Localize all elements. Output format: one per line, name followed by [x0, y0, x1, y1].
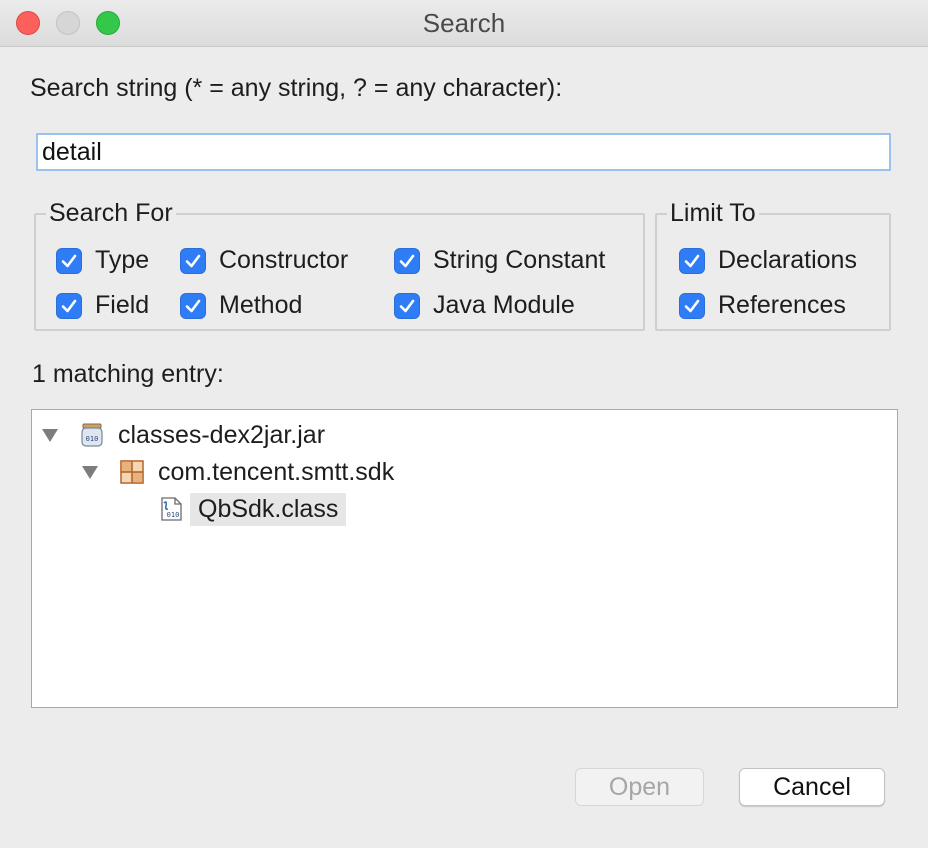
checkbox-label: Constructor — [219, 246, 349, 274]
results-tree[interactable]: 010 classes-dex2jar.jar com.tencent.smtt… — [31, 409, 898, 708]
checkmark-icon — [679, 292, 705, 319]
checkbox-label: Method — [219, 291, 303, 319]
cancel-button[interactable]: Cancel — [739, 768, 885, 806]
search-dialog: Search Search string (* = any string, ? … — [0, 0, 928, 848]
checkbox-constructor[interactable]: Constructor — [180, 246, 348, 275]
class-file-icon: 010 — [158, 495, 186, 523]
jar-icon: 010 — [78, 421, 106, 449]
search-for-legend: Search For — [49, 199, 173, 227]
tree-node-label: QbSdk.class — [190, 492, 347, 526]
checkbox-string-constant[interactable]: String Constant — [394, 246, 605, 275]
checkbox-field[interactable]: Field — [56, 291, 149, 320]
checkmark-icon — [679, 247, 705, 274]
tree-node-class[interactable]: 010 QbSdk.class — [158, 490, 347, 528]
checkbox-references[interactable]: References — [679, 291, 846, 320]
svg-text:010: 010 — [86, 435, 99, 443]
checkmark-icon — [180, 292, 206, 319]
checkmark-icon — [56, 292, 82, 319]
checkbox-label: References — [718, 291, 846, 319]
tree-node-package[interactable]: com.tencent.smtt.sdk — [82, 453, 394, 491]
checkmark-icon — [180, 247, 206, 274]
search-input[interactable] — [36, 133, 891, 171]
checkbox-method[interactable]: Method — [180, 291, 302, 320]
expand-triangle-icon[interactable] — [42, 428, 58, 442]
checkmark-icon — [394, 292, 420, 319]
checkbox-java-module[interactable]: Java Module — [394, 291, 575, 320]
matching-count-label: 1 matching entry: — [32, 360, 224, 388]
open-button[interactable]: Open — [575, 768, 704, 806]
search-string-label: Search string (* = any string, ? = any c… — [30, 74, 563, 102]
checkbox-label: Field — [95, 291, 150, 319]
checkbox-label: Type — [95, 246, 150, 274]
expand-triangle-icon[interactable] — [82, 465, 98, 479]
package-icon — [118, 458, 146, 486]
checkbox-type[interactable]: Type — [56, 246, 149, 275]
tree-node-jar[interactable]: 010 classes-dex2jar.jar — [42, 416, 325, 454]
checkmark-icon — [394, 247, 420, 274]
checkbox-label: Java Module — [433, 291, 575, 319]
checkbox-label: Declarations — [718, 246, 857, 274]
tree-node-label: classes-dex2jar.jar — [118, 420, 326, 449]
checkbox-declarations[interactable]: Declarations — [679, 246, 857, 275]
checkbox-label: String Constant — [433, 246, 606, 274]
tree-node-label: com.tencent.smtt.sdk — [158, 457, 395, 486]
title-bar[interactable]: Search — [0, 0, 928, 47]
window-title: Search — [422, 8, 506, 38]
limit-to-legend: Limit To — [670, 199, 756, 227]
checkmark-icon — [56, 247, 82, 274]
svg-text:010: 010 — [167, 511, 180, 519]
